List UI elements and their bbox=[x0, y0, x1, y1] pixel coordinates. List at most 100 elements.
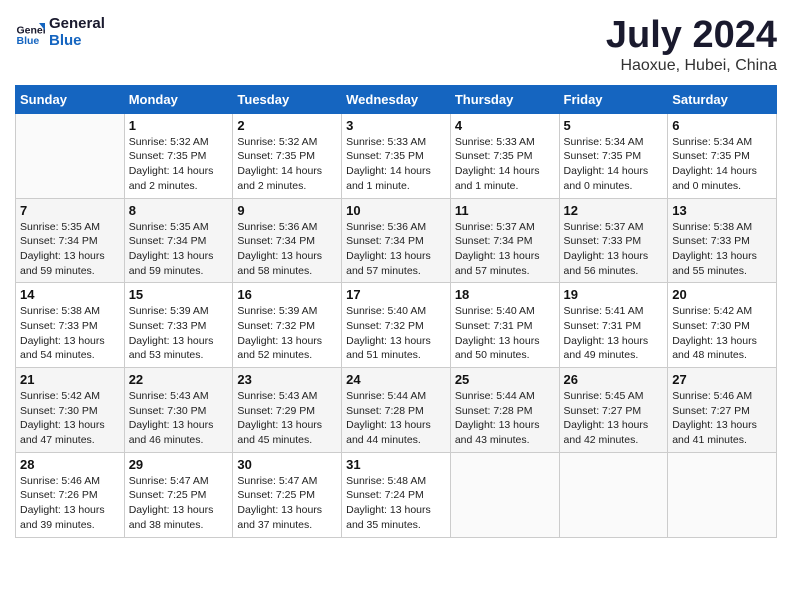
day-info: Sunrise: 5:36 AM Sunset: 7:34 PM Dayligh… bbox=[346, 220, 446, 279]
calendar-cell: 12Sunrise: 5:37 AM Sunset: 7:33 PM Dayli… bbox=[559, 198, 668, 283]
day-info: Sunrise: 5:45 AM Sunset: 7:27 PM Dayligh… bbox=[564, 389, 664, 448]
day-number: 15 bbox=[129, 287, 229, 302]
day-info: Sunrise: 5:34 AM Sunset: 7:35 PM Dayligh… bbox=[564, 135, 664, 194]
day-number: 2 bbox=[237, 118, 337, 133]
day-info: Sunrise: 5:46 AM Sunset: 7:27 PM Dayligh… bbox=[672, 389, 772, 448]
day-number: 1 bbox=[129, 118, 229, 133]
calendar-week-row: 14 Sunrise: 5:38 AM Sunset: 7:33 PM Dayli… bbox=[16, 283, 777, 368]
day-info: Sunrise: 5:46 AM Sunset: 7:26 PM Dayligh… bbox=[20, 474, 120, 533]
day-number: 13 bbox=[672, 203, 772, 218]
day-info: Sunrise: 5:43 AM Sunset: 7:29 PM Dayligh… bbox=[237, 389, 337, 448]
calendar-cell: 30 Sunrise: 5:47 AM Sunset: 7:25 PM Dayli… bbox=[233, 452, 342, 537]
day-number: 6 bbox=[672, 118, 772, 133]
weekday-header: Tuesday bbox=[233, 85, 342, 113]
day-info: Sunrise: 5:32 AM Sunset: 7:35 PM Dayligh… bbox=[237, 135, 337, 194]
day-number: 25 bbox=[455, 372, 555, 387]
day-number: 4 bbox=[455, 118, 555, 133]
day-info: Sunrise: 5:35 AM Sunset: 7:34 PM Dayligh… bbox=[20, 220, 120, 279]
logo: General Blue General Blue bbox=[15, 15, 105, 49]
day-number: 26 bbox=[564, 372, 664, 387]
day-info: Sunrise: 5:37 AM Sunset: 7:33 PM Dayligh… bbox=[564, 220, 664, 279]
day-info: Sunrise: 5:44 AM Sunset: 7:28 PM Dayligh… bbox=[346, 389, 446, 448]
calendar-cell: 19 Sunrise: 5:41 AM Sunset: 7:31 PM Dayli… bbox=[559, 283, 668, 368]
day-number: 22 bbox=[129, 372, 229, 387]
svg-text:Blue: Blue bbox=[17, 35, 40, 47]
calendar-cell: 4 Sunrise: 5:33 AM Sunset: 7:35 PM Daylig… bbox=[450, 113, 559, 198]
day-info: Sunrise: 5:38 AM Sunset: 7:33 PM Dayligh… bbox=[672, 220, 772, 279]
day-number: 28 bbox=[20, 457, 120, 472]
calendar-cell: 9Sunrise: 5:36 AM Sunset: 7:34 PM Daylig… bbox=[233, 198, 342, 283]
day-info: Sunrise: 5:41 AM Sunset: 7:31 PM Dayligh… bbox=[564, 304, 664, 363]
day-number: 9 bbox=[237, 203, 337, 218]
day-number: 24 bbox=[346, 372, 446, 387]
weekday-header: Wednesday bbox=[342, 85, 451, 113]
calendar-cell: 24 Sunrise: 5:44 AM Sunset: 7:28 PM Dayli… bbox=[342, 368, 451, 453]
day-number: 31 bbox=[346, 457, 446, 472]
day-info: Sunrise: 5:34 AM Sunset: 7:35 PM Dayligh… bbox=[672, 135, 772, 194]
calendar-week-row: 21Sunrise: 5:42 AM Sunset: 7:30 PM Dayli… bbox=[16, 368, 777, 453]
calendar-cell: 22Sunrise: 5:43 AM Sunset: 7:30 PM Dayli… bbox=[124, 368, 233, 453]
header: General Blue General Blue July 2024 Haox… bbox=[15, 15, 777, 75]
weekday-header: Monday bbox=[124, 85, 233, 113]
calendar-cell: 31 Sunrise: 5:48 AM Sunset: 7:24 PM Dayli… bbox=[342, 452, 451, 537]
calendar-cell bbox=[16, 113, 125, 198]
calendar-cell: 10 Sunrise: 5:36 AM Sunset: 7:34 PM Dayli… bbox=[342, 198, 451, 283]
day-info: Sunrise: 5:42 AM Sunset: 7:30 PM Dayligh… bbox=[672, 304, 772, 363]
day-info: Sunrise: 5:38 AM Sunset: 7:33 PM Dayligh… bbox=[20, 304, 120, 363]
calendar-cell: 25 Sunrise: 5:44 AM Sunset: 7:28 PM Dayli… bbox=[450, 368, 559, 453]
calendar-week-row: 28 Sunrise: 5:46 AM Sunset: 7:26 PM Dayli… bbox=[16, 452, 777, 537]
day-number: 3 bbox=[346, 118, 446, 133]
logo-line2: Blue bbox=[49, 32, 105, 49]
weekday-header: Saturday bbox=[668, 85, 777, 113]
calendar-cell: 2 Sunrise: 5:32 AM Sunset: 7:35 PM Daylig… bbox=[233, 113, 342, 198]
day-info: Sunrise: 5:33 AM Sunset: 7:35 PM Dayligh… bbox=[346, 135, 446, 194]
calendar-cell: 21Sunrise: 5:42 AM Sunset: 7:30 PM Dayli… bbox=[16, 368, 125, 453]
day-info: Sunrise: 5:37 AM Sunset: 7:34 PM Dayligh… bbox=[455, 220, 555, 279]
day-number: 30 bbox=[237, 457, 337, 472]
calendar-cell: 20 Sunrise: 5:42 AM Sunset: 7:30 PM Dayli… bbox=[668, 283, 777, 368]
day-info: Sunrise: 5:32 AM Sunset: 7:35 PM Dayligh… bbox=[129, 135, 229, 194]
day-number: 7 bbox=[20, 203, 120, 218]
calendar-cell: 13 Sunrise: 5:38 AM Sunset: 7:33 PM Dayli… bbox=[668, 198, 777, 283]
calendar-cell bbox=[668, 452, 777, 537]
day-info: Sunrise: 5:48 AM Sunset: 7:24 PM Dayligh… bbox=[346, 474, 446, 533]
day-number: 27 bbox=[672, 372, 772, 387]
main-title: July 2024 bbox=[606, 15, 777, 57]
day-number: 16 bbox=[237, 287, 337, 302]
day-info: Sunrise: 5:40 AM Sunset: 7:32 PM Dayligh… bbox=[346, 304, 446, 363]
logo-icon: General Blue bbox=[15, 17, 45, 47]
calendar-cell: 5 Sunrise: 5:34 AM Sunset: 7:35 PM Daylig… bbox=[559, 113, 668, 198]
calendar-cell: 15 Sunrise: 5:39 AM Sunset: 7:33 PM Dayli… bbox=[124, 283, 233, 368]
day-number: 5 bbox=[564, 118, 664, 133]
calendar-cell: 16 Sunrise: 5:39 AM Sunset: 7:32 PM Dayli… bbox=[233, 283, 342, 368]
day-number: 20 bbox=[672, 287, 772, 302]
calendar-cell: 6 Sunrise: 5:34 AM Sunset: 7:35 PM Daylig… bbox=[668, 113, 777, 198]
calendar-table: SundayMondayTuesdayWednesdayThursdayFrid… bbox=[15, 85, 777, 538]
calendar-cell: 11Sunrise: 5:37 AM Sunset: 7:34 PM Dayli… bbox=[450, 198, 559, 283]
day-info: Sunrise: 5:47 AM Sunset: 7:25 PM Dayligh… bbox=[129, 474, 229, 533]
subtitle: Haoxue, Hubei, China bbox=[606, 57, 777, 75]
day-number: 29 bbox=[129, 457, 229, 472]
day-info: Sunrise: 5:47 AM Sunset: 7:25 PM Dayligh… bbox=[237, 474, 337, 533]
day-info: Sunrise: 5:44 AM Sunset: 7:28 PM Dayligh… bbox=[455, 389, 555, 448]
day-number: 23 bbox=[237, 372, 337, 387]
calendar-cell: 27 Sunrise: 5:46 AM Sunset: 7:27 PM Dayli… bbox=[668, 368, 777, 453]
weekday-header: Thursday bbox=[450, 85, 559, 113]
calendar-cell: 8 Sunrise: 5:35 AM Sunset: 7:34 PM Daylig… bbox=[124, 198, 233, 283]
day-number: 10 bbox=[346, 203, 446, 218]
day-info: Sunrise: 5:39 AM Sunset: 7:32 PM Dayligh… bbox=[237, 304, 337, 363]
day-info: Sunrise: 5:40 AM Sunset: 7:31 PM Dayligh… bbox=[455, 304, 555, 363]
calendar-cell: 14 Sunrise: 5:38 AM Sunset: 7:33 PM Dayli… bbox=[16, 283, 125, 368]
day-number: 19 bbox=[564, 287, 664, 302]
title-area: July 2024 Haoxue, Hubei, China bbox=[606, 15, 777, 75]
day-info: Sunrise: 5:35 AM Sunset: 7:34 PM Dayligh… bbox=[129, 220, 229, 279]
day-info: Sunrise: 5:42 AM Sunset: 7:30 PM Dayligh… bbox=[20, 389, 120, 448]
day-number: 8 bbox=[129, 203, 229, 218]
day-info: Sunrise: 5:33 AM Sunset: 7:35 PM Dayligh… bbox=[455, 135, 555, 194]
calendar-week-row: 1 Sunrise: 5:32 AM Sunset: 7:35 PM Daylig… bbox=[16, 113, 777, 198]
calendar-cell: 7 Sunrise: 5:35 AM Sunset: 7:34 PM Daylig… bbox=[16, 198, 125, 283]
calendar-cell: 1 Sunrise: 5:32 AM Sunset: 7:35 PM Daylig… bbox=[124, 113, 233, 198]
day-info: Sunrise: 5:39 AM Sunset: 7:33 PM Dayligh… bbox=[129, 304, 229, 363]
day-number: 14 bbox=[20, 287, 120, 302]
weekday-header: Friday bbox=[559, 85, 668, 113]
